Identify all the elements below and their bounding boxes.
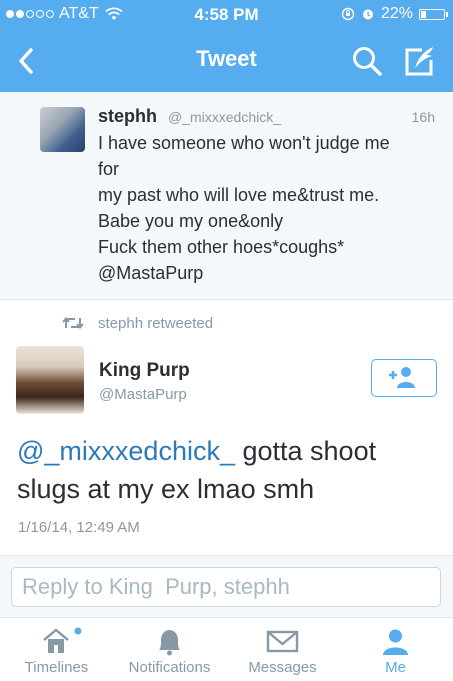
- retweet-icon: [62, 316, 84, 330]
- retweet-context: stephh retweeted: [62, 313, 213, 333]
- tweet-text-line: I have someone who won't judge me: [98, 133, 390, 153]
- tab-me[interactable]: Me: [339, 618, 452, 681]
- parent-tweet[interactable]: stephh @_mixxxedchick_ 16h I have someon…: [0, 92, 453, 300]
- tab-bar: Timelines Notifications Messages Me: [0, 617, 453, 681]
- author-name[interactable]: King Purp: [99, 360, 190, 382]
- home-icon: [43, 627, 82, 653]
- tab-label: Notifications: [128, 659, 211, 676]
- tweet-text-line: Babe you my one&only: [98, 211, 284, 231]
- tab-timelines[interactable]: Timelines: [0, 618, 113, 681]
- page-title: Tweet: [196, 46, 257, 71]
- alarm-icon: [362, 9, 373, 20]
- tab-label: Me: [385, 659, 406, 676]
- tweet-text-line: for: [98, 159, 120, 179]
- tab-messages[interactable]: Messages: [226, 618, 339, 681]
- avatar[interactable]: [40, 107, 85, 152]
- header: AT&T 4:58 PM 22% Tweet: [0, 0, 453, 92]
- search-icon[interactable]: [350, 44, 384, 78]
- battery-percent: 22%: [380, 5, 413, 22]
- reply-input[interactable]: [11, 567, 441, 607]
- envelope-icon: [266, 630, 299, 653]
- tweet-text-line: Fuck them other hoes*coughs*: [98, 237, 345, 257]
- nav-bar: Tweet: [0, 30, 453, 92]
- mention-link[interactable]: @_mixxxedchick_: [17, 436, 235, 466]
- follow-button[interactable]: [371, 359, 437, 397]
- parent-tweet-time: 16h: [411, 109, 435, 125]
- battery-icon: [419, 8, 448, 20]
- add-user-icon: [388, 366, 415, 388]
- retweet-label: stephh retweeted: [98, 314, 214, 332]
- parent-author-name[interactable]: stephh: [98, 106, 157, 127]
- parent-author-handle[interactable]: @_mixxxedchick_: [168, 109, 281, 125]
- tweet-text-line[interactable]: @MastaPurp: [98, 260, 438, 286]
- tab-label: Messages: [248, 659, 317, 676]
- tweet-text-line: my past who will love me&trust me.: [98, 185, 380, 205]
- bell-icon: [159, 630, 180, 656]
- compose-icon[interactable]: [402, 44, 438, 78]
- tweet-text: @_mixxxedchick_ gotta shoot slugs at my …: [17, 432, 437, 508]
- tab-label: Timelines: [24, 659, 89, 676]
- reply-bar: [0, 555, 453, 618]
- person-icon: [383, 629, 408, 655]
- status-bar: AT&T 4:58 PM 22%: [0, 0, 453, 30]
- rotation-lock-icon: [341, 7, 355, 21]
- tab-notifications[interactable]: Notifications: [113, 618, 226, 681]
- author-handle[interactable]: @MastaPurp: [99, 386, 187, 403]
- avatar[interactable]: [16, 346, 84, 414]
- tweet-timestamp: 1/16/14, 12:49 AM: [18, 519, 140, 536]
- parent-tweet-text: I have someone who won't judge me for my…: [98, 130, 438, 286]
